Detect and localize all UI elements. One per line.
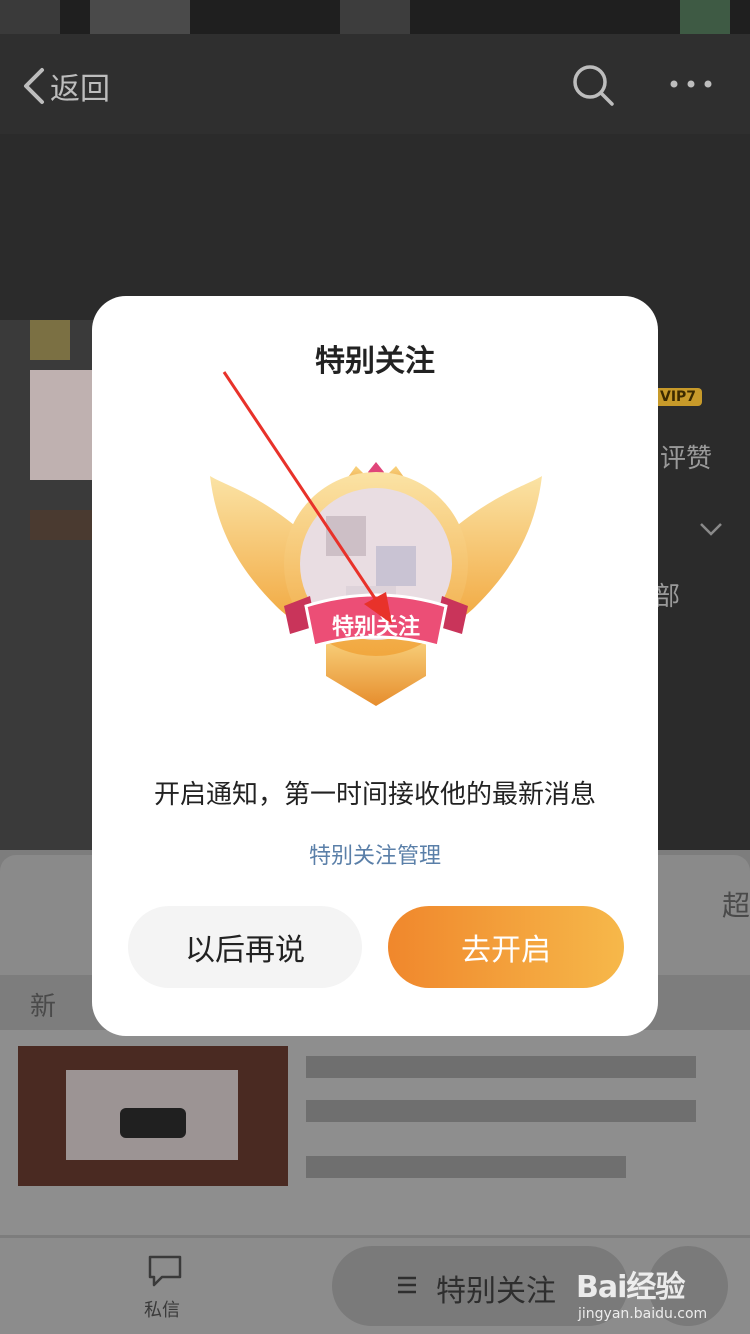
chevron-down-icon[interactable] [698,520,724,538]
status-bar [0,0,750,34]
special-follow-dialog: 特别关注 特别关注 开启通知，第一时间接收他的最新消息 特别关注管理 以后再说 … [92,296,658,1036]
search-icon[interactable] [570,62,616,108]
badge-ribbon-text: 特别关注 [332,614,420,640]
blurred-text-line [306,1056,696,1078]
back-button[interactable]: 返回 [20,64,110,108]
message-icon[interactable] [146,1254,184,1288]
later-button[interactable]: 以后再说 [128,906,362,988]
vip-badge: VIP7 [654,388,703,406]
message-tab-label[interactable]: 私信 [144,1296,180,1322]
blurred-text-line [306,1156,626,1178]
top-nav-bar: 返回 [0,34,750,134]
special-follow-label: 特别关注 [436,1274,556,1309]
watermark-logo: Bai经验 [576,1270,685,1305]
dialog-description: 开启通知，第一时间接收他的最新消息 [153,780,596,810]
more-icon[interactable] [668,74,714,94]
watermark-url: jingyan.baidu.com [578,1306,708,1322]
section-partial-label: 新 [30,992,57,1022]
profile-stat-text: 评赞 [660,444,713,474]
manage-special-follow-link[interactable]: 特别关注管理 [92,838,658,870]
special-follow-badge-icon: 特别关注 [210,462,542,706]
enable-notification-button[interactable]: 去开启 [388,906,624,988]
baidu-jingyan-watermark: Bai经验 jingyan.baidu.com [576,1262,707,1322]
tab-partial-label[interactable]: 超 [722,884,750,924]
blurred-text-line [306,1100,696,1122]
chevron-left-icon [24,68,44,104]
dialog-title: 特别关注 [315,344,435,379]
back-label: 返回 [50,72,110,107]
menu-icon [398,1276,416,1294]
